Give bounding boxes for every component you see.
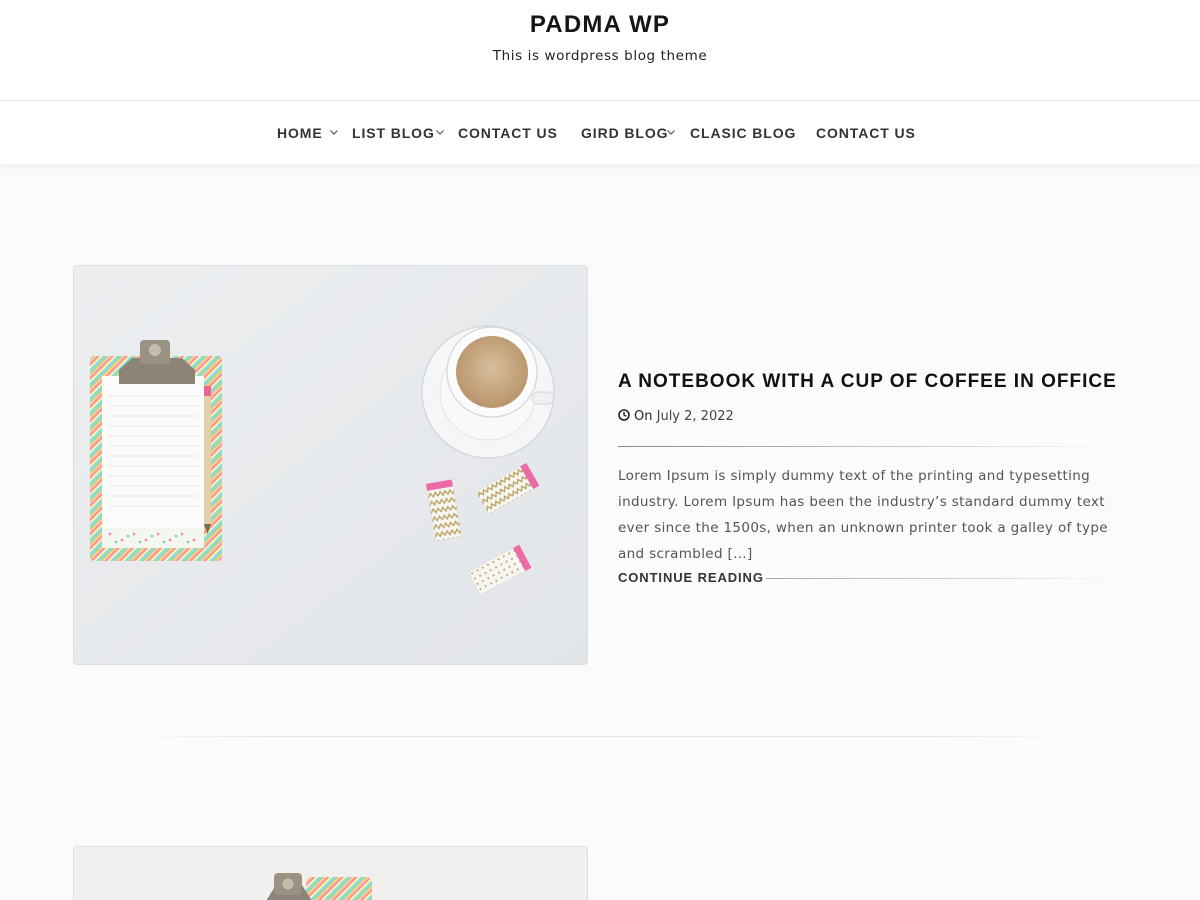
chevron-down-icon[interactable] [435, 127, 445, 137]
main-navigation: HOME LIST BLOG CONTACT US GIRD BLOG CLAS… [0, 100, 1200, 164]
chevron-down-icon[interactable] [666, 127, 676, 137]
post-featured-image-2[interactable] [73, 846, 588, 900]
meta-divider [618, 446, 1118, 447]
chevron-down-icon[interactable] [329, 127, 339, 137]
nav-item-contact-us-2[interactable]: CONTACT US [816, 101, 916, 165]
nav-item-contact-us[interactable]: CONTACT US [458, 101, 558, 165]
continue-reading-link[interactable]: CONTINUE READING [618, 570, 764, 585]
post-meta: On July 2, 2022 [618, 409, 734, 427]
post-date[interactable]: July 2, 2022 [657, 409, 734, 424]
nav-item-clasic-blog[interactable]: CLASIC BLOG [690, 101, 796, 165]
site-tagline: This is wordpress blog theme [492, 48, 708, 64]
nav-item-home[interactable]: HOME [277, 101, 323, 165]
nav-item-list-blog[interactable]: LIST BLOG [352, 101, 435, 165]
post-featured-image[interactable] [73, 265, 588, 665]
site-title[interactable]: PADMA WP [0, 11, 1200, 39]
nav-item-gird-blog[interactable]: GIRD BLOG [581, 101, 668, 165]
site-header: PADMA WP This is wordpress blog theme [0, 0, 1200, 100]
post-title[interactable]: A NOTEBOOK WITH A CUP OF COFFEE IN OFFIC… [618, 371, 1117, 393]
continue-divider [766, 578, 1116, 579]
meta-prefix: On [634, 409, 653, 424]
clock-icon [618, 409, 630, 421]
post-excerpt: Lorem Ipsum is simply dummy text of the … [618, 468, 1108, 562]
post-separator [120, 736, 1080, 737]
